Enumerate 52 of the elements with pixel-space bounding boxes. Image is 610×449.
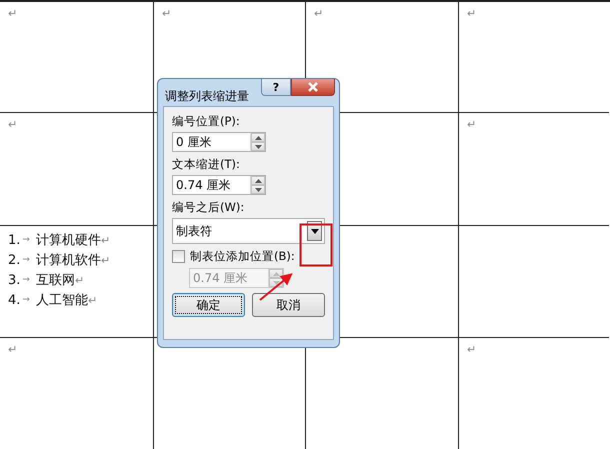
paragraph-mark: ↵ (8, 7, 18, 20)
up-arrow-icon (254, 178, 262, 182)
spin-down-button[interactable] (251, 185, 265, 194)
caret-icon (310, 228, 318, 234)
paragraph-mark: ↵ (467, 118, 476, 131)
close-icon (307, 82, 319, 92)
dialog-title: 调整列表缩进量 (165, 88, 249, 105)
dropdown-button[interactable] (307, 221, 322, 241)
checkbox-label: 制表位添加位置(B): (190, 249, 295, 264)
paragraph-mark: ↵ (100, 234, 110, 246)
paragraph-mark: ↵ (88, 294, 98, 306)
ok-button[interactable]: 确定 (172, 293, 245, 317)
paragraph-mark: ↵ (467, 343, 476, 356)
spin-up-button[interactable] (251, 176, 265, 185)
spin-field[interactable]: 0 厘米 (172, 132, 266, 152)
field-label: 编号之后(W): (172, 200, 246, 215)
tab-mark: → (22, 275, 30, 285)
list-number: 4. (8, 292, 20, 308)
list-item-text: 互联网 (36, 272, 75, 289)
paragraph-mark: ↵ (162, 7, 172, 20)
field-label: 文本缩进(T): (172, 157, 241, 172)
highlight-box (300, 224, 332, 266)
paragraph-mark: ↵ (8, 343, 18, 356)
list-number: 3. (8, 272, 20, 288)
field-label: 编号位置(P): (172, 114, 241, 129)
spin-up-button[interactable] (251, 133, 265, 142)
tab-mark: → (22, 235, 30, 245)
paragraph-mark: ↵ (100, 254, 110, 266)
list-number: 1. (8, 232, 20, 248)
up-arrow-icon (254, 136, 262, 140)
down-arrow-icon (254, 188, 262, 192)
checkbox[interactable] (172, 250, 185, 263)
down-arrow-icon (272, 280, 280, 284)
paragraph-mark: ↵ (74, 274, 84, 286)
spin-down-button[interactable] (251, 142, 265, 151)
cancel-button[interactable]: 取消 (252, 293, 325, 317)
list-number: 2. (8, 252, 20, 268)
down-arrow-icon (254, 144, 262, 148)
help-button[interactable]: ? (261, 79, 291, 96)
close-button[interactable] (291, 79, 335, 96)
annotation-arrow (259, 273, 293, 301)
dropdown-field[interactable]: 制表符 (172, 218, 325, 244)
paragraph-mark: ↵ (314, 7, 324, 20)
list-item-text: 人工智能 (36, 292, 88, 309)
tab-mark: → (22, 255, 30, 265)
spin-field[interactable]: 0.74 厘米 (172, 175, 266, 195)
paragraph-mark: ↵ (467, 7, 476, 20)
list-item-text: 计算机软件 (36, 252, 101, 269)
tab-mark: → (22, 295, 30, 305)
paragraph-mark: ↵ (8, 118, 18, 131)
list-item-text: 计算机硬件 (36, 232, 101, 249)
up-arrow-icon (272, 272, 280, 276)
